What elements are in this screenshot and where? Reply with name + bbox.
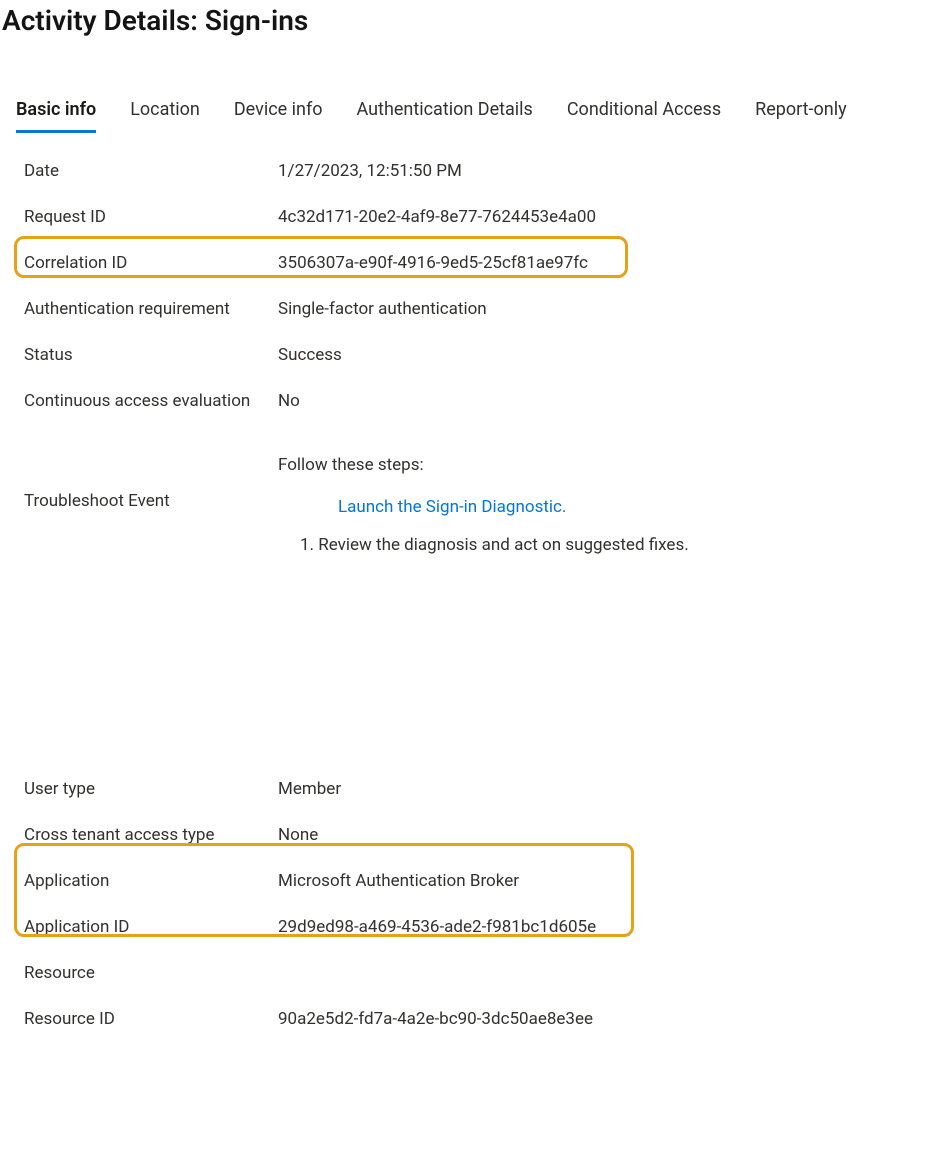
label-cae: Continuous access evaluation: [24, 381, 278, 411]
row-cae: Continuous access evaluation No: [24, 381, 908, 427]
value-cross-tenant: None: [278, 815, 318, 845]
label-correlation-id: Correlation ID: [24, 243, 278, 273]
value-user-type: Member: [278, 769, 341, 799]
label-auth-requirement: Authentication requirement: [24, 289, 278, 319]
tabs-container: Basic info Location Device info Authenti…: [0, 37, 932, 133]
label-troubleshoot: Troubleshoot Event: [24, 455, 278, 511]
step-1-prefix: 1.: [300, 535, 318, 555]
section-gap: [0, 555, 932, 751]
label-date: Date: [24, 151, 278, 181]
label-cross-tenant: Cross tenant access type: [24, 815, 278, 845]
tab-basic-info[interactable]: Basic info: [16, 99, 96, 133]
row-auth-requirement: Authentication requirement Single-factor…: [24, 289, 908, 335]
row-resource-id: Resource ID 90a2e5d2-fd7a-4a2e-bc90-3dc5…: [24, 999, 908, 1045]
label-resource-id: Resource ID: [24, 999, 278, 1029]
label-status: Status: [24, 335, 278, 365]
value-application: Microsoft Authentication Broker: [278, 861, 519, 891]
value-date: 1/27/2023, 12:51:50 PM: [278, 151, 462, 181]
basic-info-block-1: Date 1/27/2023, 12:51:50 PM Request ID 4…: [0, 133, 932, 555]
row-application: Application Microsoft Authentication Bro…: [24, 861, 908, 907]
follow-steps-text: Follow these steps:: [278, 455, 689, 475]
row-cross-tenant: Cross tenant access type None: [24, 815, 908, 861]
value-application-id: 29d9ed98-a469-4536-ade2-f981bc1d605e: [278, 907, 596, 937]
tab-device-info[interactable]: Device info: [234, 99, 323, 133]
label-user-type: User type: [24, 769, 278, 799]
label-resource: Resource: [24, 953, 278, 983]
tab-conditional-access[interactable]: Conditional Access: [567, 99, 721, 133]
row-resource: Resource: [24, 953, 908, 999]
tab-location[interactable]: Location: [130, 99, 200, 133]
tab-authentication-details[interactable]: Authentication Details: [356, 99, 532, 133]
row-application-id: Application ID 29d9ed98-a469-4536-ade2-f…: [24, 907, 908, 953]
troubleshoot-content: Follow these steps: Launch the Sign-in D…: [278, 455, 689, 555]
row-status: Status Success: [24, 335, 908, 381]
row-troubleshoot: Troubleshoot Event Follow these steps: L…: [24, 455, 908, 555]
row-correlation-id: Correlation ID 3506307a-e90f-4916-9ed5-2…: [24, 243, 908, 289]
value-status: Success: [278, 335, 342, 365]
value-request-id: 4c32d171-20e2-4af9-8e77-7624453e4a00: [278, 197, 596, 227]
label-application-id: Application ID: [24, 907, 278, 937]
page-title: Activity Details: Sign-ins: [0, 0, 932, 37]
tab-report-only[interactable]: Report-only: [755, 99, 847, 133]
basic-info-block-2: User type Member Cross tenant access typ…: [0, 751, 932, 1045]
launch-diagnostic-link[interactable]: Launch the Sign-in Diagnostic.: [338, 497, 566, 517]
step-1-text: Review the diagnosis and act on suggeste…: [318, 535, 688, 555]
row-date: Date 1/27/2023, 12:51:50 PM: [24, 151, 908, 197]
value-auth-requirement: Single-factor authentication: [278, 289, 487, 319]
row-request-id: Request ID 4c32d171-20e2-4af9-8e77-76244…: [24, 197, 908, 243]
value-resource-id: 90a2e5d2-fd7a-4a2e-bc90-3dc50ae8e3ee: [278, 999, 593, 1029]
label-application: Application: [24, 861, 278, 891]
label-request-id: Request ID: [24, 197, 278, 227]
row-user-type: User type Member: [24, 769, 908, 815]
step-1: 1. Review the diagnosis and act on sugge…: [300, 535, 689, 555]
value-correlation-id: 3506307a-e90f-4916-9ed5-25cf81ae97fc: [278, 243, 588, 273]
value-cae: No: [278, 381, 300, 411]
